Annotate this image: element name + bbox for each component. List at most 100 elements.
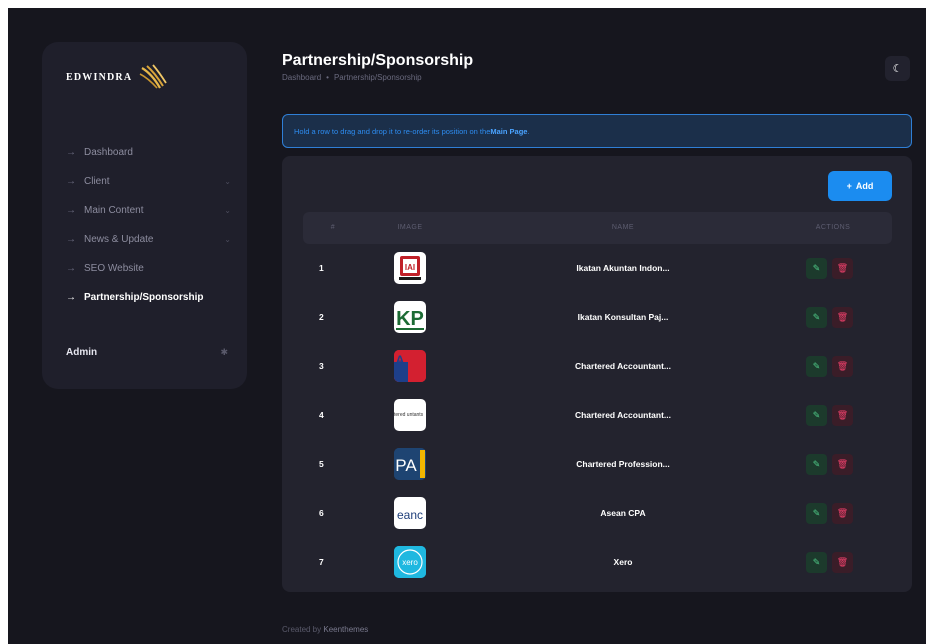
delete-button[interactable]: 🗑 [832, 552, 853, 573]
alert-text: Hold a row to drag and drop it to re-ord… [294, 126, 491, 136]
sidebar-item-seo-website[interactable]: → SEO Website [66, 254, 231, 283]
edit-button[interactable]: ✎ [806, 258, 827, 279]
theme-toggle-button[interactable]: ☾ [885, 56, 910, 81]
column-header-number: # [330, 224, 336, 231]
svg-text:tered untants: tered untants [394, 412, 424, 418]
table-row[interactable]: 1 IAI Ikatan Akuntan Indon... ✎ 🗑 [303, 244, 892, 293]
table-row[interactable]: 4 tered untants Chartered Accountant... … [303, 391, 892, 440]
edit-button[interactable]: ✎ [806, 552, 827, 573]
pencil-icon: ✎ [812, 459, 821, 469]
arrow-right-icon: → [66, 147, 76, 158]
edit-button[interactable]: ✎ [806, 503, 827, 524]
settings-dot-icon[interactable]: ✱ [220, 347, 228, 358]
delete-button[interactable]: 🗑 [832, 258, 853, 279]
sidebar-item-label: Client [84, 176, 110, 187]
svg-text:IAI: IAI [405, 263, 415, 272]
row-number: 4 [319, 410, 324, 420]
sidebar-item-label: News & Update [84, 234, 154, 245]
trash-icon: 🗑 [836, 263, 849, 273]
footer-author-link[interactable]: Keenthemes [323, 625, 368, 634]
sidebar-item-label: Dashboard [84, 147, 133, 158]
brand-logo[interactable]: EDWINDRA [66, 64, 168, 90]
add-button-label: Add [855, 181, 874, 191]
sidebar-item-client[interactable]: → Client ⌄ [66, 167, 231, 196]
row-actions: ✎ 🗑 [806, 258, 853, 279]
row-number: 5 [319, 459, 324, 469]
delete-button[interactable]: 🗑 [832, 503, 853, 524]
row-actions: ✎ 🗑 [806, 307, 853, 328]
partner-name: Xero [613, 557, 633, 567]
footer-prefix: Created by [282, 625, 322, 634]
plus-icon: + [846, 181, 852, 191]
asean-cpa-logo-icon: eanc [397, 508, 423, 522]
partner-name: Chartered Profession... [576, 459, 670, 469]
arrow-right-icon: → [66, 205, 76, 216]
sidebar-nav: → Dashboard → Client ⌄ → Main Content ⌄ … [66, 138, 231, 312]
chevron-down-icon: ⌄ [224, 206, 231, 215]
table-row[interactable]: 3 A Chartered Accountant... ✎ 🗑 [303, 342, 892, 391]
cpa-logo-icon: PA [394, 448, 426, 480]
row-actions: ✎ 🗑 [806, 552, 853, 573]
edit-button[interactable]: ✎ [806, 356, 827, 377]
sidebar-item-news-update[interactable]: → News & Update ⌄ [66, 225, 231, 254]
partner-logo-image: A [394, 350, 426, 382]
sidebar-item-partnership[interactable]: → Partnership/Sponsorship [66, 283, 231, 312]
pencil-icon: ✎ [812, 361, 821, 371]
row-number: 2 [319, 312, 324, 322]
sidebar: EDWINDRA → Dashboard → Client ⌄ → Main C… [42, 42, 247, 389]
trash-icon: 🗑 [836, 508, 849, 518]
brand-name: EDWINDRA [66, 71, 133, 83]
admin-menu[interactable]: Admin ✱ [66, 347, 228, 358]
table-header: # IMAGE NAME ACTIONS [303, 212, 892, 244]
delete-button[interactable]: 🗑 [832, 307, 853, 328]
edit-button[interactable]: ✎ [806, 307, 827, 328]
arrow-right-icon: → [66, 292, 76, 303]
partner-name: Ikatan Konsultan Paj... [577, 312, 669, 322]
delete-button[interactable]: 🗑 [832, 356, 853, 377]
column-header-image: IMAGE [397, 224, 423, 231]
xero-logo-icon: xero [394, 546, 426, 578]
arrow-right-icon: → [66, 176, 76, 187]
wheat-logo-icon [139, 64, 168, 89]
sidebar-item-dashboard[interactable]: → Dashboard [66, 138, 231, 167]
arrow-right-icon: → [66, 263, 76, 274]
pencil-icon: ✎ [812, 508, 821, 518]
column-header-actions: ACTIONS [815, 224, 851, 231]
breadcrumb-item-current: Partnership/Sponsorship [333, 73, 422, 82]
trash-icon: 🗑 [836, 361, 849, 371]
table-row[interactable]: 7 xero Xero ✎ 🗑 [303, 538, 892, 587]
breadcrumb-item-dashboard[interactable]: Dashboard [282, 73, 321, 82]
add-button[interactable]: + Add [828, 171, 892, 201]
breadcrumb: Dashboard • Partnership/Sponsorship [282, 73, 422, 82]
chartered-accountants-logo-icon: tered untants [394, 412, 424, 418]
breadcrumb-separator: • [326, 73, 329, 82]
pencil-icon: ✎ [812, 557, 821, 567]
table-row[interactable]: 5 PA Chartered Profession... ✎ 🗑 [303, 440, 892, 489]
table-body: 1 IAI Ikatan Akuntan Indon... ✎ 🗑 2 KP I… [303, 244, 892, 587]
partner-name: Ikatan Akuntan Indon... [576, 263, 670, 273]
delete-button[interactable]: 🗑 [832, 454, 853, 475]
pencil-icon: ✎ [812, 410, 821, 420]
partners-card: + Add # IMAGE NAME ACTIONS 1 IAI Ikatan … [282, 156, 912, 592]
column-header-name: NAME [611, 224, 635, 231]
svg-text:xero: xero [402, 558, 418, 567]
sidebar-item-label: Partnership/Sponsorship [84, 292, 204, 303]
row-number: 7 [319, 557, 324, 567]
edit-button[interactable]: ✎ [806, 405, 827, 426]
edit-button[interactable]: ✎ [806, 454, 827, 475]
partner-logo-image: PA [394, 448, 426, 480]
table-row[interactable]: 6 eanc Asean CPA ✎ 🗑 [303, 489, 892, 538]
delete-button[interactable]: 🗑 [832, 405, 853, 426]
sidebar-item-main-content[interactable]: → Main Content ⌄ [66, 196, 231, 225]
row-number: 3 [319, 361, 324, 371]
table-row[interactable]: 2 KP Ikatan Konsultan Paj... ✎ 🗑 [303, 293, 892, 342]
info-alert: Hold a row to drag and drop it to re-ord… [282, 114, 912, 148]
partner-logo-image: tered untants [394, 399, 426, 431]
pencil-icon: ✎ [812, 263, 821, 273]
trash-icon: 🗑 [836, 557, 849, 567]
partner-logo-image: KP [394, 301, 426, 333]
svg-text:eanc: eanc [397, 508, 423, 522]
trash-icon: 🗑 [836, 459, 849, 469]
svg-text:A: A [396, 353, 405, 367]
svg-text:KP: KP [396, 308, 424, 330]
